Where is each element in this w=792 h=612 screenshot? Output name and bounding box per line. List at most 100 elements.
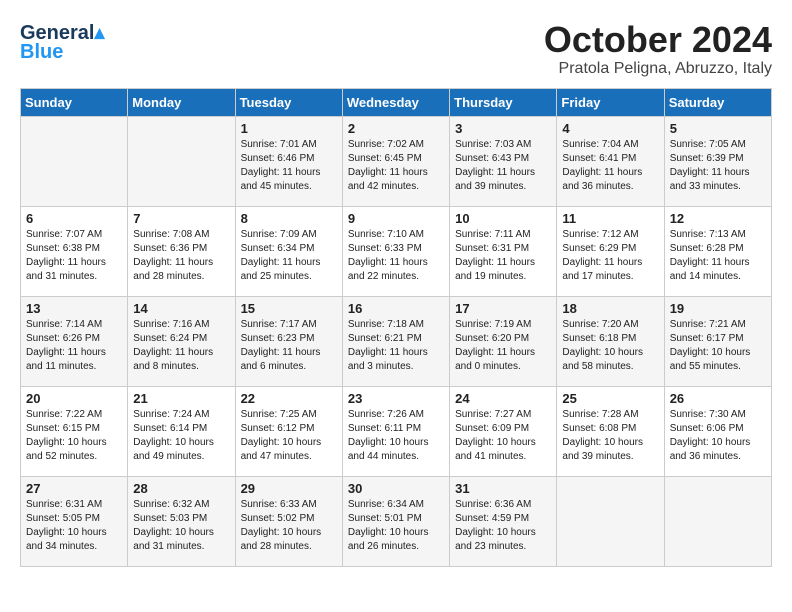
calendar-cell: 14 Sunrise: 7:16 AM Sunset: 6:24 PM Dayli… — [128, 296, 235, 386]
day-content: Sunrise: 7:12 AM Sunset: 6:29 PM Dayligh… — [562, 228, 658, 284]
column-header-tuesday: Tuesday — [235, 88, 342, 116]
day-number: 5 — [670, 121, 766, 136]
day-content: Sunrise: 6:34 AM Sunset: 5:01 PM Dayligh… — [348, 498, 444, 554]
day-number: 14 — [133, 301, 229, 316]
day-number: 9 — [348, 211, 444, 226]
header-row: SundayMondayTuesdayWednesdayThursdayFrid… — [21, 88, 772, 116]
column-header-sunday: Sunday — [21, 88, 128, 116]
column-header-saturday: Saturday — [664, 88, 771, 116]
day-content: Sunrise: 7:11 AM Sunset: 6:31 PM Dayligh… — [455, 228, 551, 284]
day-content: Sunrise: 6:33 AM Sunset: 5:02 PM Dayligh… — [241, 498, 337, 554]
calendar-cell: 28Sunrise: 6:32 AM Sunset: 5:03 PM Dayli… — [128, 476, 235, 566]
day-content: Sunrise: 7:20 AM Sunset: 6:18 PM Dayligh… — [562, 318, 658, 374]
day-content: Sunrise: 7:09 AM Sunset: 6:34 PM Dayligh… — [241, 228, 337, 284]
calendar-cell: 17Sunrise: 7:19 AM Sunset: 6:20 PM Dayli… — [450, 296, 557, 386]
calendar-cell — [557, 476, 664, 566]
calendar-cell: 13Sunrise: 7:14 AM Sunset: 6:26 PM Dayli… — [21, 296, 128, 386]
day-number: 25 — [562, 391, 658, 406]
calendar-cell: 1 Sunrise: 7:01 AM Sunset: 6:46 PM Daylig… — [235, 116, 342, 206]
week-row-1: 1 Sunrise: 7:01 AM Sunset: 6:46 PM Daylig… — [21, 116, 772, 206]
day-number: 21 — [133, 391, 229, 406]
calendar-cell: 26 Sunrise: 7:30 AM Sunset: 6:06 PM Dayli… — [664, 386, 771, 476]
calendar-cell — [664, 476, 771, 566]
column-header-wednesday: Wednesday — [342, 88, 449, 116]
title-area: October 2024 Pratola Peligna, Abruzzo, I… — [544, 20, 772, 78]
day-content: Sunrise: 7:02 AM Sunset: 6:45 PM Dayligh… — [348, 138, 444, 194]
calendar-cell: 11Sunrise: 7:12 AM Sunset: 6:29 PM Dayli… — [557, 206, 664, 296]
day-number: 7 — [133, 211, 229, 226]
calendar-cell: 31 Sunrise: 6:36 AM Sunset: 4:59 PM Dayli… — [450, 476, 557, 566]
day-content: Sunrise: 7:18 AM Sunset: 6:21 PM Dayligh… — [348, 318, 444, 374]
day-number: 26 — [670, 391, 766, 406]
day-content: Sunrise: 7:21 AM Sunset: 6:17 PM Dayligh… — [670, 318, 766, 374]
day-content: Sunrise: 7:08 AM Sunset: 6:36 PM Dayligh… — [133, 228, 229, 284]
calendar-cell — [21, 116, 128, 206]
day-content: Sunrise: 7:17 AM Sunset: 6:23 PM Dayligh… — [241, 318, 337, 374]
calendar-cell: 9 Sunrise: 7:10 AM Sunset: 6:33 PM Daylig… — [342, 206, 449, 296]
calendar-cell: 4 Sunrise: 7:04 AM Sunset: 6:41 PM Daylig… — [557, 116, 664, 206]
week-row-2: 6 Sunrise: 7:07 AM Sunset: 6:38 PM Daylig… — [21, 206, 772, 296]
day-number: 20 — [26, 391, 122, 406]
day-number: 19 — [670, 301, 766, 316]
column-header-monday: Monday — [128, 88, 235, 116]
day-number: 27 — [26, 481, 122, 496]
day-content: Sunrise: 7:22 AM Sunset: 6:15 PM Dayligh… — [26, 408, 122, 464]
week-row-3: 13Sunrise: 7:14 AM Sunset: 6:26 PM Dayli… — [21, 296, 772, 386]
column-header-thursday: Thursday — [450, 88, 557, 116]
day-content: Sunrise: 7:03 AM Sunset: 6:43 PM Dayligh… — [455, 138, 551, 194]
day-content: Sunrise: 7:14 AM Sunset: 6:26 PM Dayligh… — [26, 318, 122, 374]
calendar-cell: 30 Sunrise: 6:34 AM Sunset: 5:01 PM Dayli… — [342, 476, 449, 566]
day-content: Sunrise: 7:26 AM Sunset: 6:11 PM Dayligh… — [348, 408, 444, 464]
column-header-friday: Friday — [557, 88, 664, 116]
week-row-5: 27 Sunrise: 6:31 AM Sunset: 5:05 PM Dayli… — [21, 476, 772, 566]
calendar-cell: 7 Sunrise: 7:08 AM Sunset: 6:36 PM Daylig… — [128, 206, 235, 296]
calendar-cell: 12 Sunrise: 7:13 AM Sunset: 6:28 PM Dayli… — [664, 206, 771, 296]
calendar-cell: 19 Sunrise: 7:21 AM Sunset: 6:17 PM Dayli… — [664, 296, 771, 386]
day-content: Sunrise: 6:32 AM Sunset: 5:03 PM Dayligh… — [133, 498, 229, 554]
day-content: Sunrise: 7:04 AM Sunset: 6:41 PM Dayligh… — [562, 138, 658, 194]
day-number: 4 — [562, 121, 658, 136]
logo-bird-icon: ▴ — [94, 22, 104, 44]
day-content: Sunrise: 7:01 AM Sunset: 6:46 PM Dayligh… — [241, 138, 337, 194]
calendar-cell: 3 Sunrise: 7:03 AM Sunset: 6:43 PM Daylig… — [450, 116, 557, 206]
day-content: Sunrise: 7:05 AM Sunset: 6:39 PM Dayligh… — [670, 138, 766, 194]
calendar-cell: 8 Sunrise: 7:09 AM Sunset: 6:34 PM Daylig… — [235, 206, 342, 296]
page-header: General▴ Blue October 2024 Pratola Pelig… — [20, 20, 772, 78]
logo-blue: Blue — [20, 41, 63, 64]
calendar-cell: 23Sunrise: 7:26 AM Sunset: 6:11 PM Dayli… — [342, 386, 449, 476]
calendar-cell: 15Sunrise: 7:17 AM Sunset: 6:23 PM Dayli… — [235, 296, 342, 386]
day-content: Sunrise: 7:10 AM Sunset: 6:33 PM Dayligh… — [348, 228, 444, 284]
calendar-cell: 16 Sunrise: 7:18 AM Sunset: 6:21 PM Dayli… — [342, 296, 449, 386]
day-number: 18 — [562, 301, 658, 316]
day-number: 31 — [455, 481, 551, 496]
day-number: 1 — [241, 121, 337, 136]
day-number: 10 — [455, 211, 551, 226]
day-content: Sunrise: 7:24 AM Sunset: 6:14 PM Dayligh… — [133, 408, 229, 464]
calendar-cell: 10 Sunrise: 7:11 AM Sunset: 6:31 PM Dayli… — [450, 206, 557, 296]
month-title: October 2024 — [544, 20, 772, 60]
location: Pratola Peligna, Abruzzo, Italy — [544, 60, 772, 78]
day-number: 8 — [241, 211, 337, 226]
day-content: Sunrise: 6:36 AM Sunset: 4:59 PM Dayligh… — [455, 498, 551, 554]
logo: General▴ Blue — [20, 20, 105, 64]
calendar-cell: 6 Sunrise: 7:07 AM Sunset: 6:38 PM Daylig… — [21, 206, 128, 296]
calendar-cell: 21 Sunrise: 7:24 AM Sunset: 6:14 PM Dayli… — [128, 386, 235, 476]
day-content: Sunrise: 7:30 AM Sunset: 6:06 PM Dayligh… — [670, 408, 766, 464]
day-number: 12 — [670, 211, 766, 226]
calendar-cell: 25Sunrise: 7:28 AM Sunset: 6:08 PM Dayli… — [557, 386, 664, 476]
calendar-body: 1 Sunrise: 7:01 AM Sunset: 6:46 PM Daylig… — [21, 116, 772, 566]
calendar-cell: 18 Sunrise: 7:20 AM Sunset: 6:18 PM Dayli… — [557, 296, 664, 386]
day-number: 6 — [26, 211, 122, 226]
day-number: 3 — [455, 121, 551, 136]
day-number: 16 — [348, 301, 444, 316]
day-number: 2 — [348, 121, 444, 136]
day-content: Sunrise: 7:07 AM Sunset: 6:38 PM Dayligh… — [26, 228, 122, 284]
day-content: Sunrise: 7:19 AM Sunset: 6:20 PM Dayligh… — [455, 318, 551, 374]
day-number: 30 — [348, 481, 444, 496]
day-content: Sunrise: 7:27 AM Sunset: 6:09 PM Dayligh… — [455, 408, 551, 464]
day-content: Sunrise: 7:16 AM Sunset: 6:24 PM Dayligh… — [133, 318, 229, 374]
calendar-cell: 2 Sunrise: 7:02 AM Sunset: 6:45 PM Daylig… — [342, 116, 449, 206]
day-content: Sunrise: 7:25 AM Sunset: 6:12 PM Dayligh… — [241, 408, 337, 464]
day-content: Sunrise: 7:13 AM Sunset: 6:28 PM Dayligh… — [670, 228, 766, 284]
day-content: Sunrise: 6:31 AM Sunset: 5:05 PM Dayligh… — [26, 498, 122, 554]
